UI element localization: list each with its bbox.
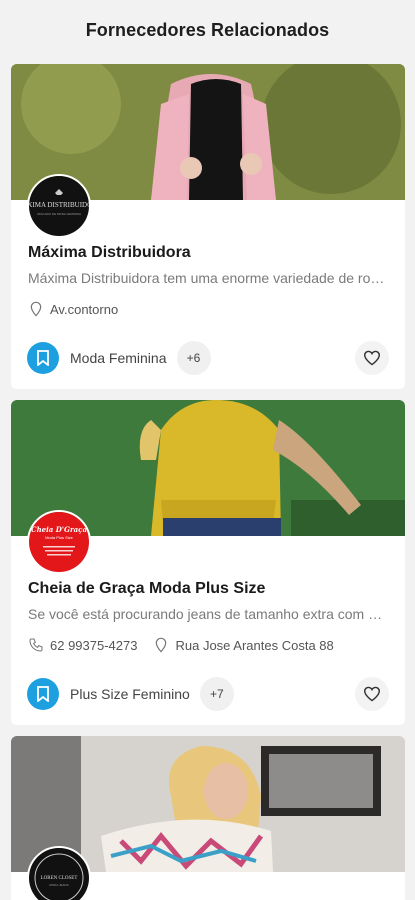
supplier-logo: Cheia D'Graça Moda Plus Size	[27, 510, 91, 574]
category-label[interactable]: Moda Feminina	[70, 350, 167, 366]
location-pin-icon	[30, 301, 42, 317]
supplier-footer: Plus Size Feminino +7	[27, 677, 389, 711]
bookmark-icon	[37, 350, 49, 366]
supplier-address: Av.contorno	[28, 301, 118, 317]
supplier-card[interactable]: LOREN CLOSET MODA JEANS	[11, 736, 405, 900]
address-text: Rua Jose Arantes Costa 88	[175, 637, 334, 653]
location-pin-icon	[156, 637, 167, 653]
more-categories-badge[interactable]: +6	[176, 341, 211, 375]
logo-subtext: MODA JEANS	[49, 883, 68, 887]
page-header: Fornecedores Relacionados	[0, 0, 415, 60]
supplier-address: Rua Jose Arantes Costa 88	[153, 637, 334, 653]
supplier-name[interactable]: Máxima Distribuidora	[28, 244, 191, 262]
supplier-logo: MÁXIMA DISTRIBUIDORA ATACADO DE MODA FEM…	[27, 174, 91, 238]
supplier-meta: 62 99375-4273 Rua Jose Arantes Costa 88	[28, 637, 350, 653]
heart-icon	[363, 350, 381, 366]
category-button[interactable]	[27, 342, 59, 374]
supplier-description: Máxima Distribuidora tem uma enorme vari…	[28, 270, 388, 286]
logo-subtext: Moda Plus Size	[45, 535, 74, 540]
phone-icon	[29, 638, 43, 652]
supplier-meta: Av.contorno	[28, 301, 134, 317]
favorite-button[interactable]	[355, 677, 389, 711]
page-title: Fornecedores Relacionados	[85, 19, 330, 40]
bookmark-icon	[37, 686, 49, 702]
category-label[interactable]: Plus Size Feminino	[70, 686, 190, 702]
supplier-name[interactable]: Cheia de Graça Moda Plus Size	[28, 580, 265, 598]
logo-text: LOREN CLOSET	[41, 876, 78, 881]
logo-text: MÁXIMA DISTRIBUIDORA	[29, 201, 89, 209]
more-categories-badge[interactable]: +7	[199, 677, 234, 711]
address-text: Av.contorno	[50, 301, 119, 317]
supplier-card[interactable]: Cheia D'Graça Moda Plus Size Cheia de Gr…	[11, 400, 405, 725]
heart-icon	[363, 686, 381, 702]
supplier-description: Se você está procurando jeans de tamanho…	[28, 606, 388, 622]
favorite-button[interactable]	[355, 341, 389, 375]
supplier-phone[interactable]: 62 99375-4273	[28, 637, 137, 653]
supplier-footer: Moda Feminina +6	[27, 341, 389, 375]
category-button[interactable]	[27, 678, 59, 710]
logo-subtext: ATACADO DE MODA FEMININA	[37, 212, 81, 216]
supplier-card[interactable]: MÁXIMA DISTRIBUIDORA ATACADO DE MODA FEM…	[11, 64, 405, 389]
phone-text[interactable]: 62 99375-4273	[50, 638, 137, 653]
logo-text: Cheia D'Graça	[31, 525, 87, 534]
